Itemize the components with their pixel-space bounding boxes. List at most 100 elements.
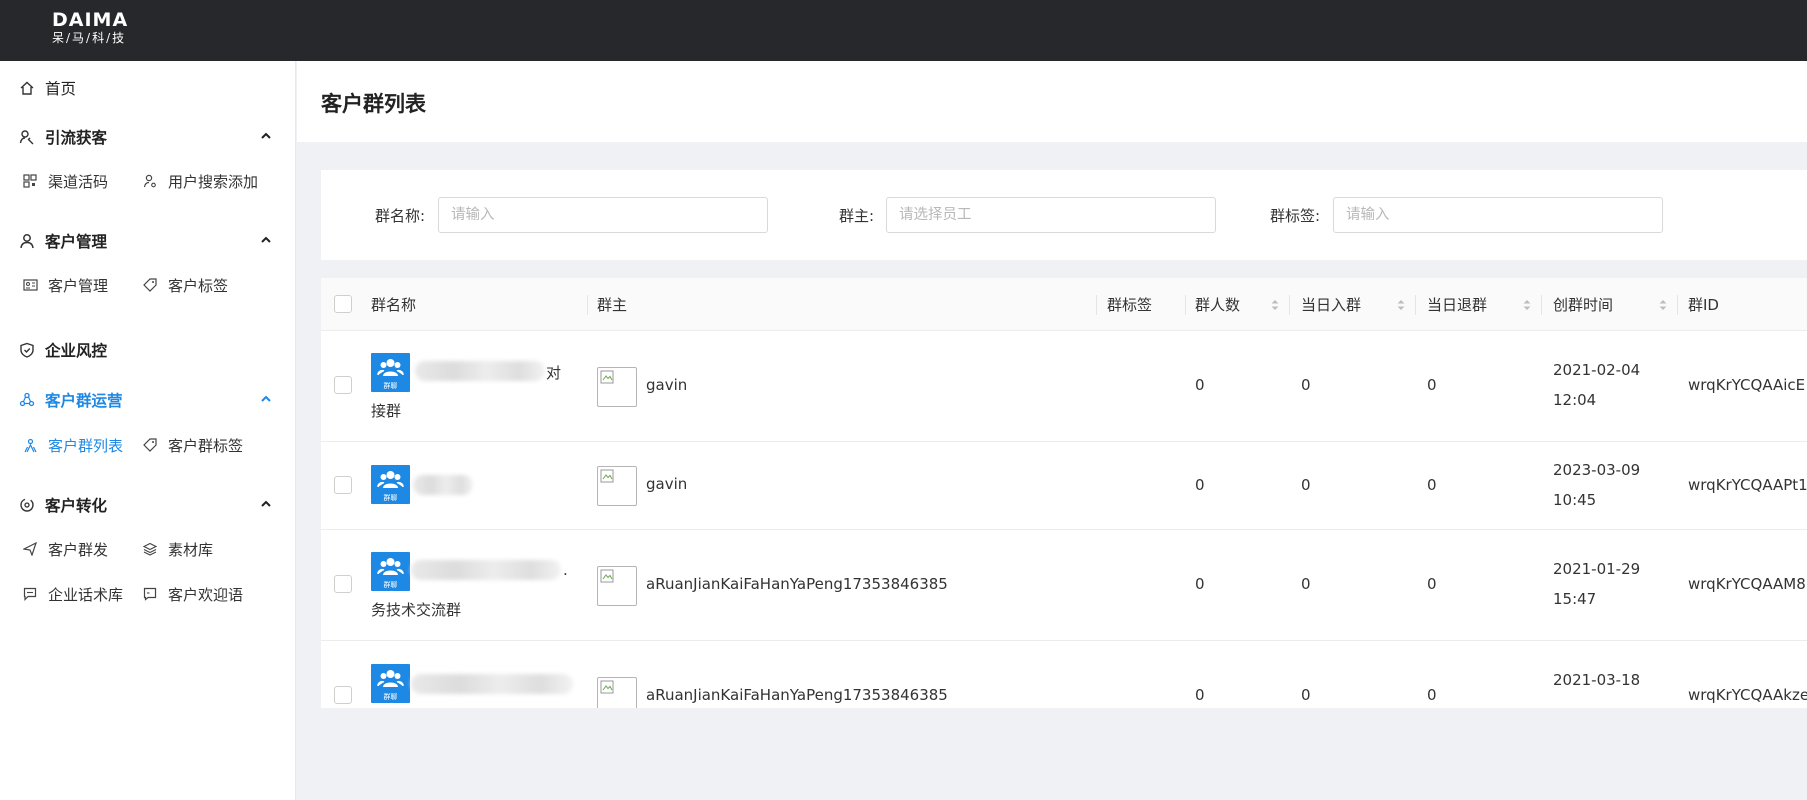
sidebar-item-customer-mgmt[interactable]: 客户管理: [22, 274, 108, 296]
owner-name: aRuanJianKaiFaHanYaPeng17353846385: [646, 686, 948, 704]
blurred-group-name: [415, 361, 545, 381]
column-header-tags: 群标签: [1107, 296, 1153, 314]
left-today-count: 0: [1427, 686, 1437, 704]
user-icon: [18, 232, 36, 250]
sort-icon[interactable]: [1658, 298, 1668, 312]
sidebar-item-group-tags[interactable]: 客户群标签: [142, 434, 243, 456]
table-header: 群名称 群主 群标签 群人数 当日入群 当日退群 创群时间 群ID: [321, 278, 1807, 331]
column-divider: [1415, 295, 1416, 315]
column-divider: [587, 295, 588, 315]
group-owner-filter-label: 群主:: [839, 207, 875, 225]
table-row[interactable]: 群聊 对 接群 gavin 0 0 0 2021-02-04 12:04 wrq…: [321, 331, 1807, 442]
created-date: 2021-02-04: [1553, 361, 1641, 379]
send-icon: [22, 541, 38, 557]
column-header-left-today[interactable]: 当日退群: [1427, 278, 1487, 331]
owner-name: aRuanJianKaiFaHanYaPeng17353846385: [646, 575, 948, 593]
owner-name: gavin: [646, 376, 688, 394]
sidebar-group-conversion[interactable]: 客户转化: [18, 493, 274, 517]
broken-image-icon: [600, 569, 614, 583]
sidebar-item-channel-code[interactable]: 渠道活码: [22, 170, 108, 192]
row-checkbox[interactable]: [334, 376, 352, 394]
sidebar: 首页 引流获客 渠道活码 用户搜索添加 客户管理 客户管理 客户标签 企业风控 …: [0, 61, 296, 800]
table-row[interactable]: 群聊 aRuanJianKaiFaHanYaPeng17353846385 0 …: [321, 641, 1807, 708]
tag-icon: [142, 277, 158, 293]
sidebar-item-label: 客户群标签: [168, 436, 244, 455]
sidebar-item-welcome-message[interactable]: 客户欢迎语: [142, 583, 243, 605]
table-row[interactable]: 群聊 gavin 0 0 0 2023-03-09 10:45 wrqKrYCQ…: [321, 442, 1807, 530]
sidebar-item-label: 客户群列表: [48, 436, 124, 455]
sidebar-item-user-search-add[interactable]: 用户搜索添加: [142, 170, 258, 192]
sidebar-group-label: 客户管理: [45, 233, 108, 251]
group-owner-filter-select[interactable]: [886, 197, 1216, 233]
row-checkbox[interactable]: [334, 575, 352, 593]
group-name-filter-input[interactable]: [438, 197, 768, 233]
owner-avatar: [597, 677, 637, 708]
owner-avatar: [597, 466, 637, 506]
sort-icon[interactable]: [1396, 298, 1406, 312]
column-header-created-time[interactable]: 创群时间: [1553, 278, 1613, 331]
sidebar-item-label: 客户标签: [168, 276, 229, 295]
group-name-line2: 接群: [371, 402, 402, 420]
broken-image-icon: [600, 370, 614, 384]
select-all-checkbox[interactable]: [334, 295, 352, 313]
created-time: 12:04: [1553, 391, 1597, 409]
group-avatar-label: 群聊: [383, 382, 398, 390]
group-id: wrqKrYCQAAPt1: [1688, 476, 1807, 494]
group-chat-icon: [377, 670, 404, 687]
chevron-up-icon: [258, 128, 274, 144]
column-header-joined-today[interactable]: 当日入群: [1301, 278, 1361, 331]
sidebar-item-home[interactable]: 首页: [18, 76, 76, 100]
group-tag-filter-input[interactable]: [1333, 197, 1663, 233]
user-search-icon: [142, 173, 158, 189]
user-funnel-icon: [18, 128, 36, 146]
column-divider: [1677, 295, 1678, 315]
sidebar-group-customer-mgmt[interactable]: 客户管理: [18, 229, 274, 253]
id-card-icon: [22, 277, 38, 293]
table-row[interactable]: 群聊 . 务技术交流群 aRuanJianKaiFaHanYaPeng17353…: [321, 530, 1807, 641]
convert-icon: [18, 496, 36, 514]
row-checkbox[interactable]: [334, 476, 352, 494]
logo[interactable]: DAIMA 呆/马/科/技: [52, 10, 142, 48]
column-header-owner: 群主: [597, 296, 628, 314]
sidebar-item-mass-send[interactable]: 客户群发: [22, 538, 108, 560]
row-checkbox[interactable]: [334, 686, 352, 704]
group-avatar: 群聊: [371, 664, 410, 703]
logo-sub: 呆/马/科/技: [52, 31, 127, 45]
sidebar-item-customer-tags[interactable]: 客户标签: [142, 274, 228, 296]
created-time: 10:45: [1553, 491, 1597, 509]
sidebar-group-risk-control[interactable]: 企业风控: [18, 338, 274, 362]
group-avatar: 群聊: [371, 552, 410, 591]
sort-icon[interactable]: [1270, 298, 1280, 312]
sidebar-item-group-list[interactable]: 客户群列表: [22, 434, 123, 456]
group-avatar: 群聊: [371, 465, 410, 504]
left-today-count: 0: [1427, 476, 1437, 494]
created-date: 2023-03-09: [1553, 461, 1641, 479]
group-id: wrqKrYCQAAM8: [1688, 575, 1806, 593]
sidebar-group-lead-gen[interactable]: 引流获客: [18, 125, 274, 149]
sidebar-group-label: 客户转化: [45, 497, 108, 515]
group-id: wrqKrYCQAAicE: [1688, 376, 1806, 394]
sidebar-item-script-library[interactable]: 企业话术库: [22, 583, 123, 605]
column-header-members[interactable]: 群人数: [1195, 278, 1240, 331]
member-count: 0: [1195, 686, 1205, 704]
broken-image-icon: [600, 469, 614, 483]
blurred-group-name: [411, 560, 561, 580]
logo-main: DAIMA: [52, 9, 129, 31]
qrcode-icon: [22, 173, 38, 189]
top-bar: DAIMA 呆/马/科/技: [0, 0, 1807, 61]
created-date: 2021-01-29: [1553, 560, 1641, 578]
blurred-group-name: [411, 674, 573, 694]
group-avatar-label: 群聊: [383, 581, 398, 589]
sidebar-item-label: 首页: [45, 80, 77, 98]
column-divider: [1185, 295, 1186, 315]
sort-icon[interactable]: [1522, 298, 1532, 312]
layers-icon: [142, 541, 158, 557]
member-count: 0: [1195, 476, 1205, 494]
column-divider: [1541, 295, 1542, 315]
created-date: 2021-03-18: [1553, 671, 1641, 689]
chevron-up-icon: [258, 391, 274, 407]
sidebar-group-group-ops[interactable]: 客户群运营: [18, 388, 274, 412]
group-name-line2: 务技术交流群: [371, 601, 462, 619]
sidebar-item-material-library[interactable]: 素材库: [142, 538, 213, 560]
sidebar-item-label: 企业话术库: [48, 585, 124, 604]
